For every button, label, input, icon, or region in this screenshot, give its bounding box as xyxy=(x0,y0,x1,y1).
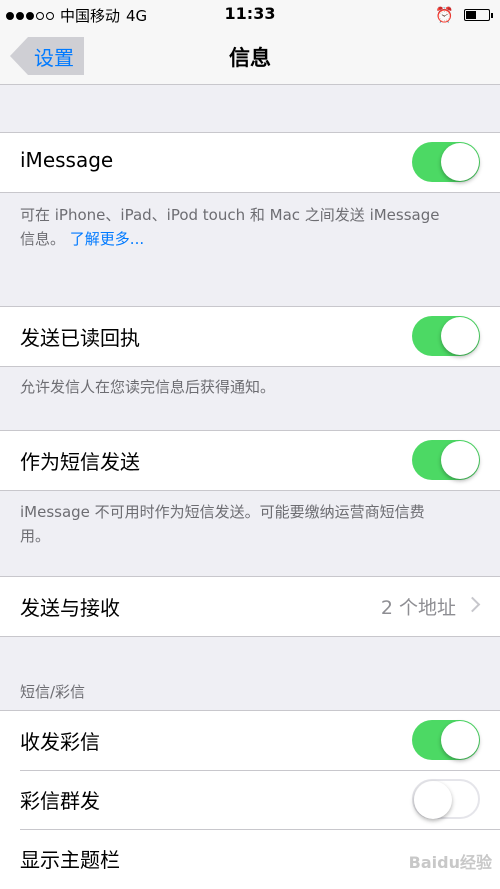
read-receipts-toggle[interactable] xyxy=(412,316,480,356)
imessage-label: iMessage xyxy=(20,148,114,172)
imessage-footer: 可在 iPhone、iPad、iPod touch 和 Mac 之间发送 iMe… xyxy=(20,203,440,251)
read-receipts-row: 发送已读回执 xyxy=(0,307,500,366)
chevron-right-icon xyxy=(464,596,481,613)
group-messaging-label: 彩信群发 xyxy=(20,789,100,813)
show-subject-label: 显示主题栏 xyxy=(20,848,120,872)
send-receive-label: 发送与接收 xyxy=(20,596,120,620)
battery-icon xyxy=(464,9,493,21)
send-receive-value: 2 个地址 xyxy=(380,597,456,619)
read-receipts-label: 发送已读回执 xyxy=(20,326,140,350)
sms-mms-section-header: 短信/彩信 xyxy=(20,683,86,701)
imessage-toggle[interactable] xyxy=(412,142,480,182)
status-right: ⏰ xyxy=(435,6,493,24)
group-messaging-row: 彩信群发 xyxy=(0,770,500,829)
send-as-sms-label: 作为短信发送 xyxy=(20,450,140,474)
read-receipts-group: 发送已读回执 xyxy=(0,306,500,367)
imessage-row: iMessage xyxy=(0,133,500,192)
mms-messaging-label: 收发彩信 xyxy=(20,730,100,754)
status-time: 11:33 xyxy=(224,4,276,23)
navigation-bar: 设置 信息 xyxy=(0,30,500,85)
imessage-group: iMessage xyxy=(0,132,500,193)
send-receive-group: 发送与接收 2 个地址 xyxy=(0,576,500,637)
status-bar: 中国移动 4G 11:33 ⏰ xyxy=(0,0,500,30)
send-as-sms-row: 作为短信发送 xyxy=(0,431,500,490)
read-receipts-footer: 允许发信人在您读完信息后获得通知。 xyxy=(20,378,276,396)
alarm-icon: ⏰ xyxy=(435,6,454,24)
mms-messaging-toggle[interactable] xyxy=(412,720,480,760)
watermark: Baidu经验 xyxy=(408,853,492,872)
learn-more-link[interactable]: 了解更多... xyxy=(70,230,144,248)
mms-messaging-row: 收发彩信 xyxy=(0,711,500,770)
page-title: 信息 xyxy=(229,46,271,70)
group-messaging-toggle[interactable] xyxy=(412,779,480,819)
send-receive-row[interactable]: 发送与接收 2 个地址 xyxy=(0,577,500,636)
send-as-sms-toggle[interactable] xyxy=(412,440,480,480)
send-as-sms-group: 作为短信发送 xyxy=(0,430,500,491)
send-as-sms-footer: iMessage 不可用时作为短信发送。可能要缴纳运营商短信费用。 xyxy=(20,503,425,545)
